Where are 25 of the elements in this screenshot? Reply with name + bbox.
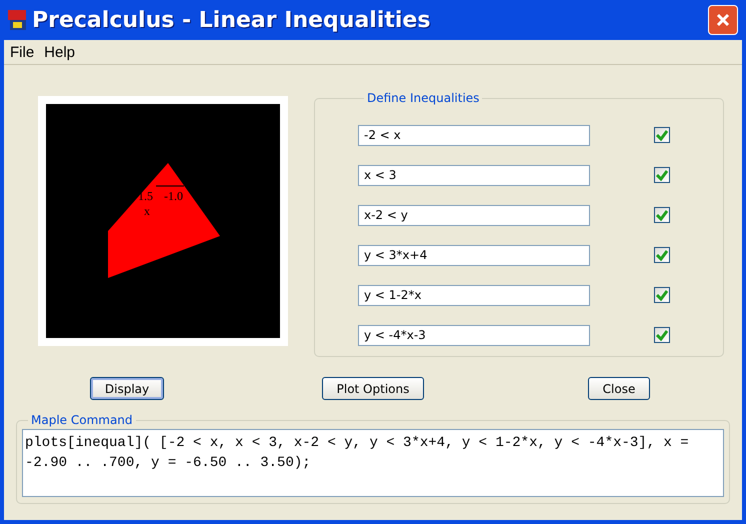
menu-item[interactable]: File <box>8 44 36 60</box>
inequality-field[interactable]: y < 3*x+4 <box>358 244 590 266</box>
dialog-button[interactable]: Plot Options <box>322 377 424 400</box>
checkbox[interactable] <box>654 287 670 303</box>
axis-label: x <box>144 204 150 219</box>
tick-label: -1.0 <box>164 189 183 204</box>
checkbox[interactable] <box>654 207 670 223</box>
checkbox[interactable] <box>654 167 670 183</box>
checkbox[interactable] <box>654 127 670 143</box>
menu-item[interactable]: Help <box>42 44 78 60</box>
checkbox[interactable] <box>654 327 670 343</box>
dialog-button[interactable]: Close <box>588 377 650 400</box>
dialog-button[interactable]: Display <box>90 377 164 400</box>
inequality-field[interactable]: x-2 < y <box>358 204 590 226</box>
app-icon <box>8 10 26 30</box>
close-icon[interactable] <box>708 5 738 35</box>
group-title: Define Inequalities <box>366 91 480 105</box>
inequality-field[interactable]: x < 3 <box>358 164 590 186</box>
group-title: Maple Command <box>30 413 134 427</box>
checkbox[interactable] <box>654 247 670 263</box>
command-text[interactable]: plots[inequal]( [-2 < x, x < 3, x-2 < y, y < 3*x+4, y < 1-2*x, y < -4*x-3], x = -2.90 .. .700, y = -6.50 .. 3.50); <box>22 429 724 497</box>
inequality-field[interactable]: y < 1-2*x <box>358 284 590 306</box>
inequality-field[interactable]: y < -4*x-3 <box>358 324 590 346</box>
window-title: Precalculus - Linear Inequalities <box>32 8 432 32</box>
inequality-field[interactable]: -2 < x <box>358 124 590 146</box>
